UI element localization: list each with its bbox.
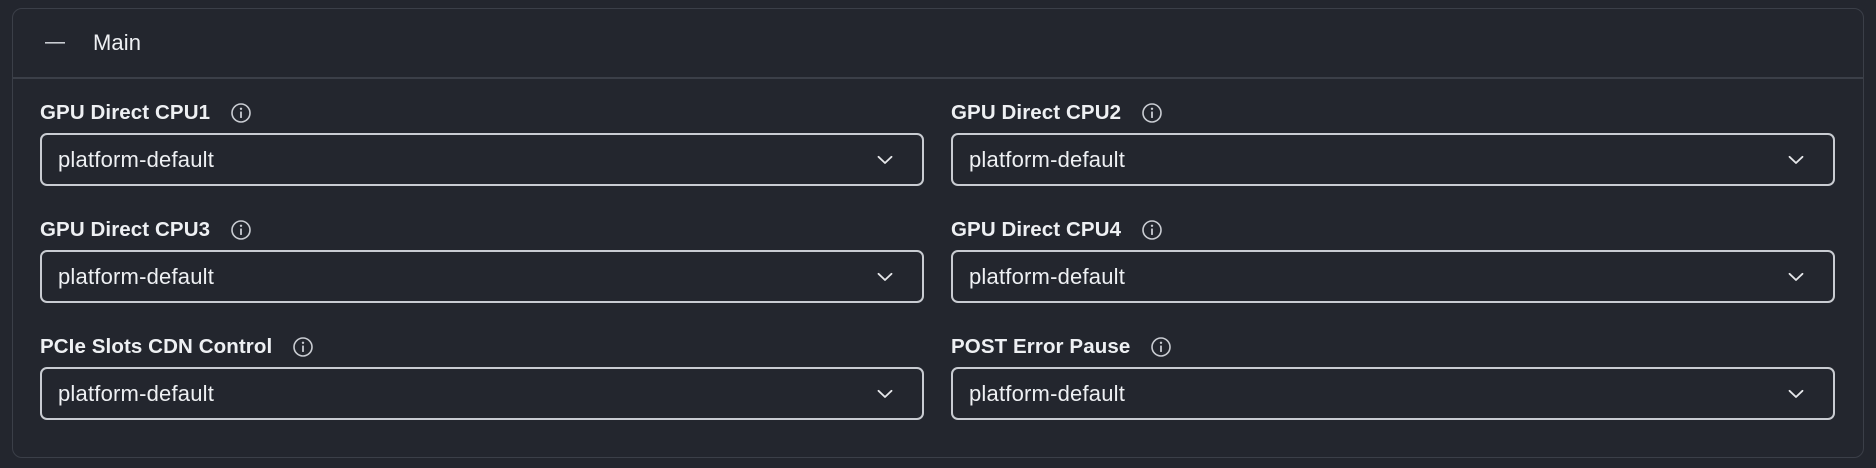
minus-icon <box>45 42 65 44</box>
info-circle-icon[interactable] <box>1141 102 1163 124</box>
info-circle-icon[interactable] <box>292 336 314 358</box>
field-label: GPU Direct CPU3 <box>40 218 211 241</box>
chevron-down-icon <box>1787 385 1805 403</box>
select-value: platform-default <box>58 380 215 406</box>
select-value: platform-default <box>969 263 1126 289</box>
select-value: platform-default <box>969 380 1126 406</box>
chevron-down-icon <box>876 151 894 169</box>
select-value: platform-default <box>58 263 215 289</box>
select-gpu-direct-cpu1[interactable]: platform-default <box>40 133 924 186</box>
info-circle-icon[interactable] <box>230 219 252 241</box>
field-label-row: GPU Direct CPU2 <box>951 93 1835 133</box>
field-label: GPU Direct CPU1 <box>40 101 211 124</box>
fields-grid: GPU Direct CPU1 platform-default GPU Dir… <box>13 79 1863 444</box>
field-label: GPU Direct CPU2 <box>951 101 1122 124</box>
field-gpu-direct-cpu3: GPU Direct CPU3 platform-default <box>40 210 924 327</box>
chevron-down-icon <box>876 385 894 403</box>
field-label: GPU Direct CPU4 <box>951 218 1122 241</box>
field-gpu-direct-cpu1: GPU Direct CPU1 platform-default <box>40 93 924 210</box>
field-label-row: GPU Direct CPU1 <box>40 93 924 133</box>
select-value: platform-default <box>969 146 1126 172</box>
info-circle-icon[interactable] <box>230 102 252 124</box>
field-gpu-direct-cpu2: GPU Direct CPU2 platform-default <box>951 93 1835 210</box>
select-gpu-direct-cpu4[interactable]: platform-default <box>951 250 1835 303</box>
panel-title: Main <box>93 30 142 55</box>
field-post-error-pause: POST Error Pause platform-default <box>951 327 1835 444</box>
select-gpu-direct-cpu3[interactable]: platform-default <box>40 250 924 303</box>
info-circle-icon[interactable] <box>1141 219 1163 241</box>
info-circle-icon[interactable] <box>1150 336 1172 358</box>
field-label: POST Error Pause <box>951 335 1131 358</box>
field-label-row: POST Error Pause <box>951 327 1835 367</box>
chevron-down-icon <box>1787 151 1805 169</box>
select-pcie-slots-cdn-control[interactable]: platform-default <box>40 367 924 420</box>
field-label: PCIe Slots CDN Control <box>40 335 273 358</box>
page: Main GPU Direct CPU1 platform-default GP… <box>0 0 1876 468</box>
field-label-row: GPU Direct CPU4 <box>951 210 1835 250</box>
chevron-down-icon <box>1787 268 1805 286</box>
field-gpu-direct-cpu4: GPU Direct CPU4 platform-default <box>951 210 1835 327</box>
select-gpu-direct-cpu2[interactable]: platform-default <box>951 133 1835 186</box>
field-pcie-slots-cdn-control: PCIe Slots CDN Control platform-default <box>40 327 924 444</box>
select-value: platform-default <box>58 146 215 172</box>
select-post-error-pause[interactable]: platform-default <box>951 367 1835 420</box>
collapse-button[interactable] <box>43 31 67 55</box>
main-panel: Main GPU Direct CPU1 platform-default GP… <box>12 8 1864 458</box>
field-label-row: PCIe Slots CDN Control <box>40 327 924 367</box>
panel-header: Main <box>13 9 1863 79</box>
chevron-down-icon <box>876 268 894 286</box>
field-label-row: GPU Direct CPU3 <box>40 210 924 250</box>
